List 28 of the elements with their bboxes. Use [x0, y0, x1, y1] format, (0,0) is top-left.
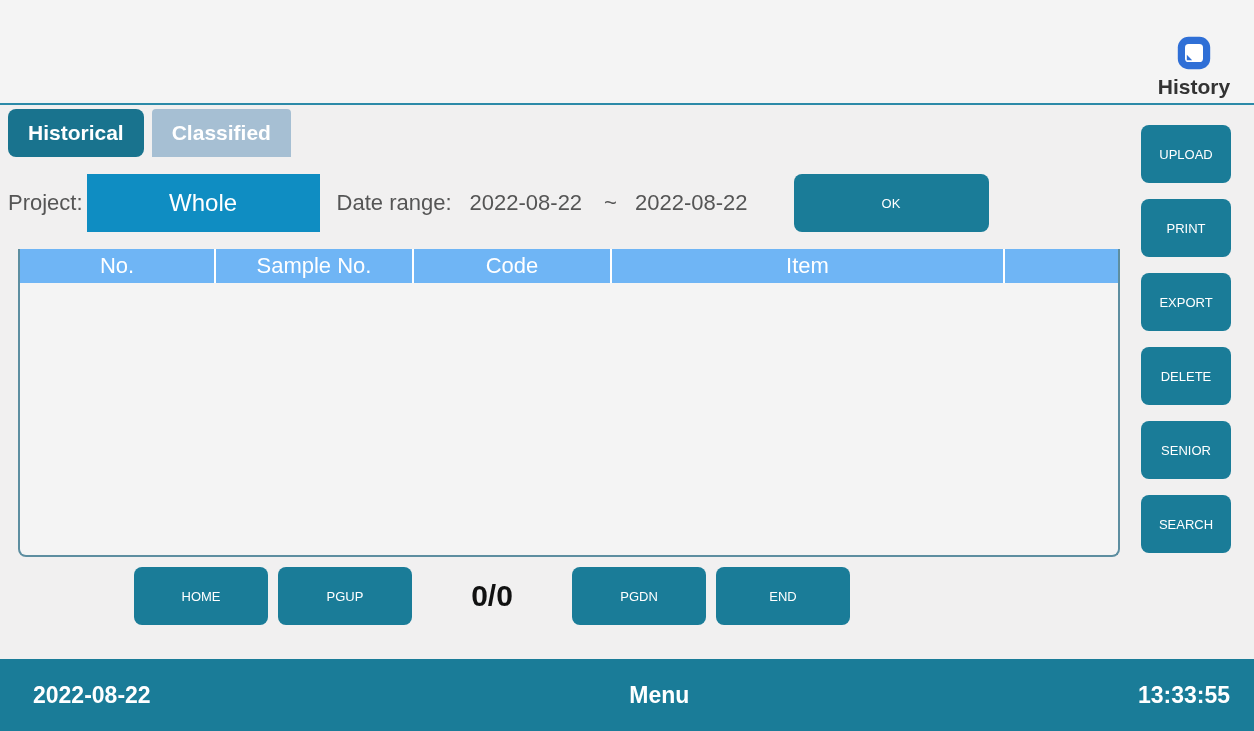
side-button[interactable]: SENIOR — [1141, 421, 1231, 479]
date-separator: ~ — [604, 190, 617, 216]
end-date-field[interactable]: 2022-08-22 — [634, 190, 748, 216]
column-header: Sample No. — [216, 249, 414, 283]
pager-button[interactable]: END — [716, 567, 850, 625]
ok-button[interactable]: OK — [793, 174, 989, 232]
pager-button[interactable]: HOME — [134, 567, 268, 625]
column-header: Code — [414, 249, 612, 283]
app-label: History — [1157, 75, 1231, 99]
page-count: 0/0 — [470, 579, 514, 613]
side-button[interactable]: DELETE — [1141, 347, 1231, 405]
side-button[interactable]: PRINT — [1141, 199, 1231, 257]
project-dropdown[interactable]: Whole — [86, 174, 320, 232]
pager-button[interactable]: PGUP — [278, 567, 412, 625]
project-label: Project: — [8, 190, 83, 216]
date-range-label: Date range: — [336, 190, 452, 216]
start-date-field[interactable]: 2022-08-22 — [469, 190, 583, 216]
menu-button[interactable]: Menu — [629, 681, 690, 709]
side-button[interactable]: UPLOAD — [1141, 125, 1231, 183]
column-header: Item — [612, 249, 1005, 283]
tab[interactable]: Historical — [8, 109, 144, 157]
side-button[interactable]: SEARCH — [1141, 495, 1231, 553]
column-header: No. — [20, 249, 216, 283]
pager-button[interactable]: PGDN — [572, 567, 706, 625]
status-time: 13:33:55 — [1137, 681, 1230, 709]
history-icon[interactable] — [1176, 35, 1212, 71]
side-button[interactable]: EXPORT — [1141, 273, 1231, 331]
status-date: 2022-08-22 — [33, 681, 151, 709]
